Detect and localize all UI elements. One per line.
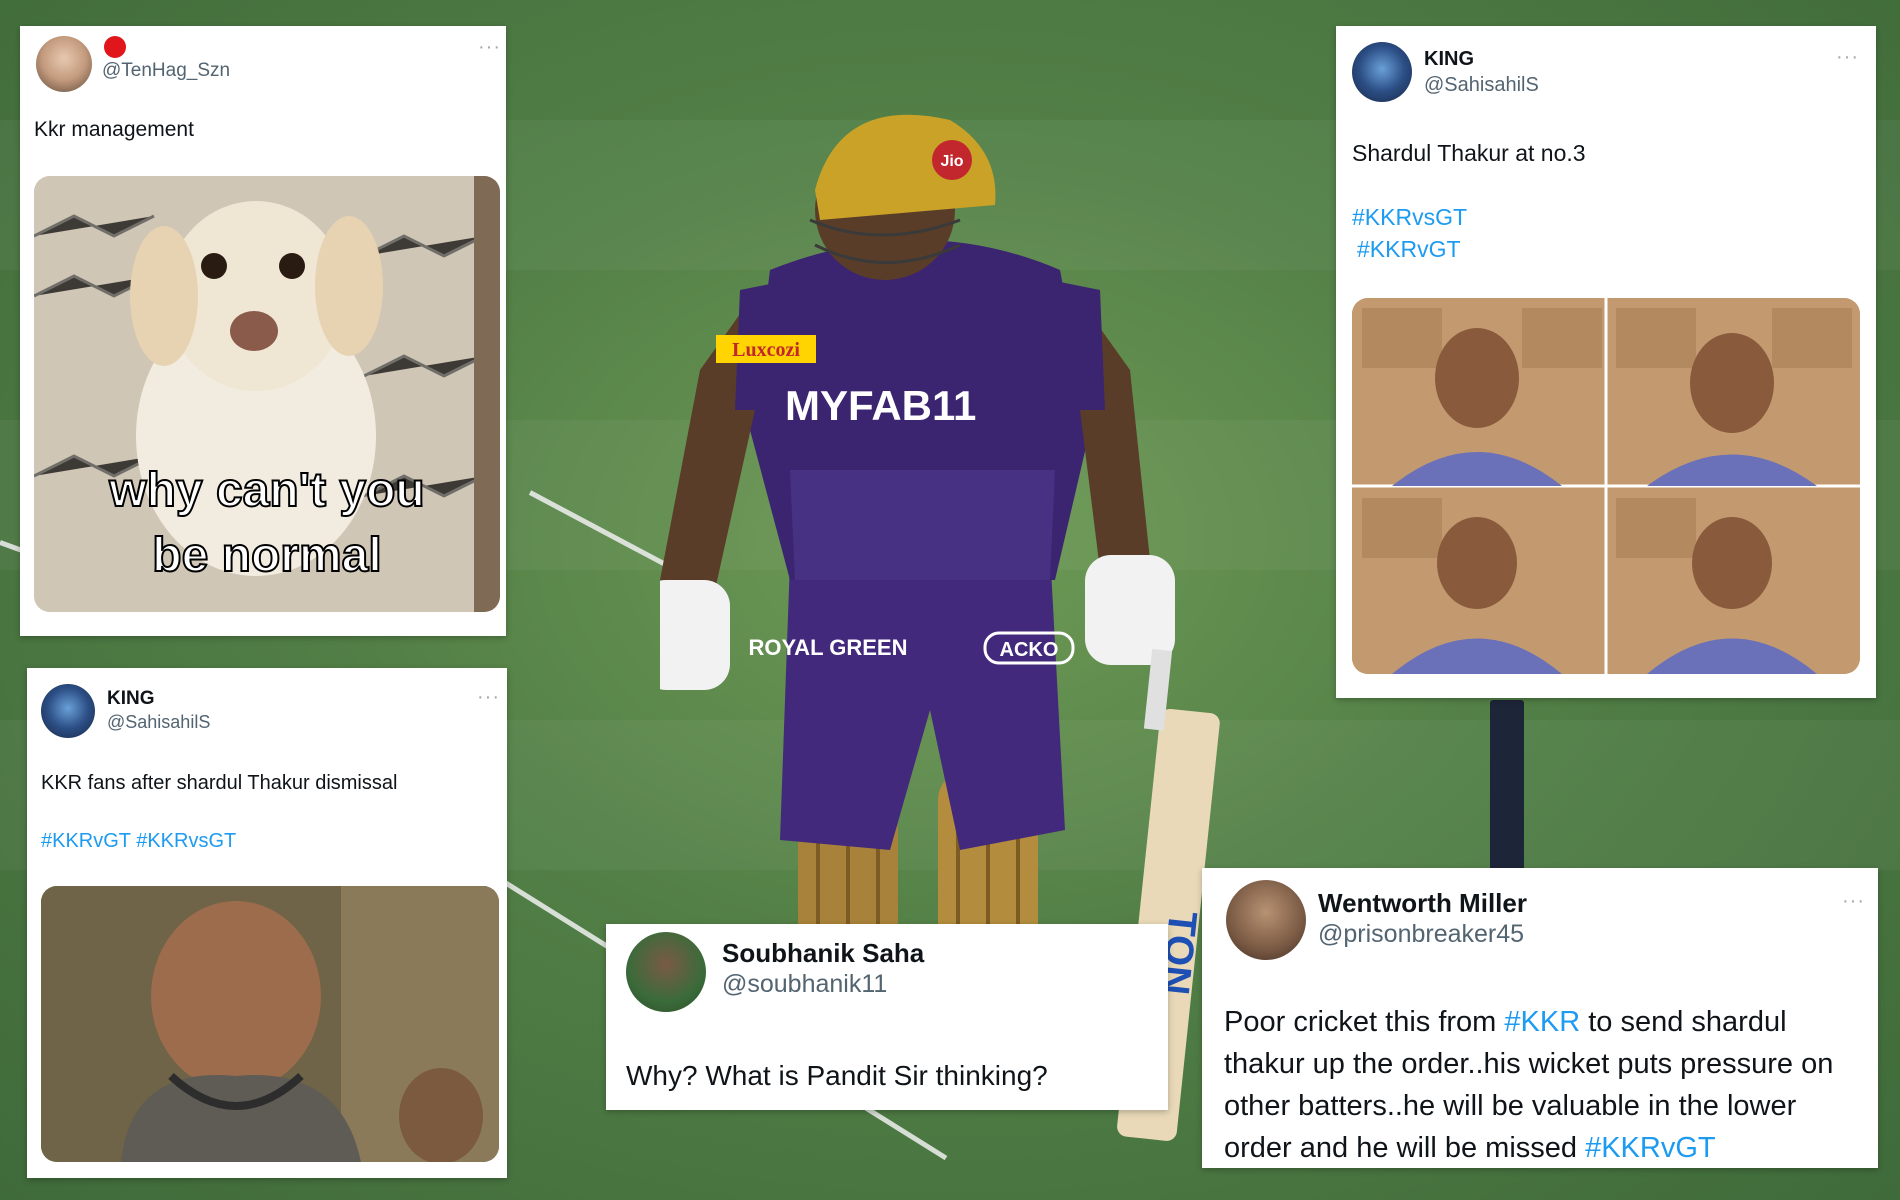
more-options-icon[interactable]: ··· xyxy=(1836,46,1859,69)
dog-eye-right xyxy=(279,253,305,279)
tweet-author-name[interactable]: KING xyxy=(107,688,155,710)
left-glove xyxy=(660,580,730,690)
tweet-media-four-panel-meme[interactable] xyxy=(1352,298,1860,674)
tweet-hashtag[interactable]: #KKRvGT xyxy=(1357,236,1461,263)
shorts-text: ROYAL GREEN xyxy=(749,635,908,660)
tweet-card[interactable]: KING @SahisahilS ··· Shardul Thakur at n… xyxy=(1336,26,1876,698)
more-options-icon[interactable]: ··· xyxy=(478,36,501,59)
tweet-text-line: order and he will be missed #KKRvGT xyxy=(1224,1132,1716,1165)
helmet-logo-text: Jio xyxy=(940,153,963,170)
jersey-sponsor-text: MYFAB11 xyxy=(785,382,976,429)
tweet-handle[interactable]: @prisonbreaker45 xyxy=(1318,920,1524,949)
tweet-hashtags[interactable]: #KKRvGT #KKRvsGT xyxy=(41,830,236,853)
avatar[interactable] xyxy=(626,932,706,1012)
dog-ear-left xyxy=(130,226,198,366)
tweet-handle[interactable]: @TenHag_Szn xyxy=(102,60,230,82)
tweet-card[interactable]: @TenHag_Szn ··· Kkr management why can't… xyxy=(20,26,506,636)
tweet-card[interactable]: Soubhanik Saha @soubhanik11 Why? What is… xyxy=(606,924,1168,1110)
tweet-card[interactable]: KING @SahisahilS ··· KKR fans after shar… xyxy=(27,668,507,1178)
tweet-handle[interactable]: @SahisahilS xyxy=(107,712,210,733)
tweet-text-segment: to send shardul xyxy=(1580,1006,1787,1038)
avatar[interactable] xyxy=(1226,880,1306,960)
avatar[interactable] xyxy=(41,684,95,738)
more-options-icon[interactable]: ··· xyxy=(477,686,500,709)
tweet-text: KKR fans after shardul Thakur dismissal xyxy=(41,772,398,794)
tweet-card[interactable]: Wentworth Miller @prisonbreaker45 ··· Po… xyxy=(1202,868,1878,1168)
more-options-icon[interactable]: ··· xyxy=(1842,890,1865,913)
four-panel-meme-image xyxy=(1352,298,1860,674)
tweet-text-line: Poor cricket this from #KKR to send shar… xyxy=(1224,1006,1787,1039)
tweet-handle[interactable]: @SahisahilS xyxy=(1424,74,1539,97)
tweet-author-name[interactable]: KING xyxy=(1424,48,1474,71)
meme-caption-line2: be normal xyxy=(152,529,381,582)
dog-nose xyxy=(230,311,278,351)
avatar[interactable] xyxy=(36,36,92,92)
tweet-author-name[interactable]: Soubhanik Saha xyxy=(722,938,924,969)
tweet-hashtag[interactable]: #KKRvsGT xyxy=(1352,204,1467,231)
tweet-text-segment: order and he will be missed xyxy=(1224,1132,1586,1164)
dog-ear-right xyxy=(315,216,383,356)
meme-caption-line1: why can't you xyxy=(108,464,424,517)
tweet-media-dog-meme[interactable]: why can't you be normal xyxy=(34,176,500,612)
trousers xyxy=(780,550,1065,850)
right-glove xyxy=(1085,555,1175,665)
dog-meme-image: why can't you be normal xyxy=(34,176,500,612)
dog-eye-left xyxy=(201,253,227,279)
tweet-hashtag[interactable]: #KKR xyxy=(1504,1006,1580,1038)
tweet-text-line: thakur up the order..his wicket puts pre… xyxy=(1224,1048,1834,1080)
tweet-author-name[interactable]: Wentworth Miller xyxy=(1318,888,1527,919)
tweet-text-segment: Poor cricket this from xyxy=(1224,1006,1505,1038)
avatar[interactable] xyxy=(1352,42,1412,102)
face xyxy=(151,901,321,1091)
smiling-man-image xyxy=(41,886,499,1162)
tweet-text: Shardul Thakur at no.3 xyxy=(1352,140,1586,166)
tweet-handle[interactable]: @soubhanik11 xyxy=(722,970,887,999)
chest-brand-text: Luxcozi xyxy=(732,339,800,361)
tweet-text: Why? What is Pandit Sir thinking? xyxy=(626,1060,1048,1091)
tweet-media-smiling-man-meme[interactable] xyxy=(41,886,499,1162)
shorts-brand-text: ACKO xyxy=(1000,639,1059,661)
tweet-text-line: other batters..he will be valuable in th… xyxy=(1224,1090,1797,1122)
tweet-text: Kkr management xyxy=(34,118,194,141)
red-dot-icon xyxy=(104,36,126,58)
tweet-hashtag[interactable]: #KKRvGT xyxy=(1585,1132,1716,1164)
